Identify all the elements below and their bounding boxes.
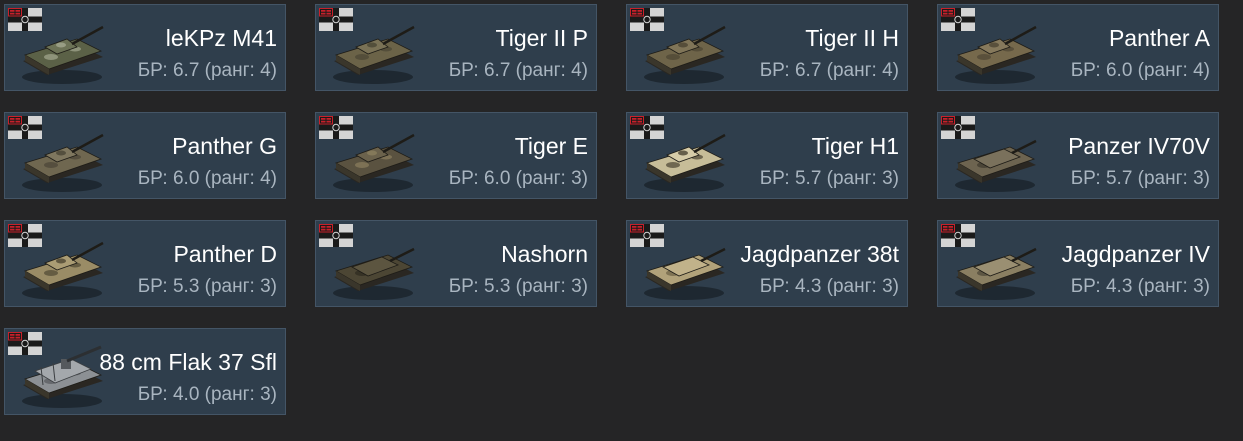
vehicle-battle-rating: БР: 5.3 (ранг: 3): [137, 276, 277, 297]
vehicle-name: Tiger H1: [811, 133, 899, 159]
vehicle-name: Tiger II H: [805, 25, 899, 51]
tank-icon: [22, 25, 104, 84]
tank-destroyer-icon: [644, 247, 726, 300]
vehicle-name: Jagdpanzer IV: [1061, 241, 1210, 267]
tank-icon: [22, 133, 104, 192]
vehicle-card[interactable]: Tiger E БР: 6.0 (ранг: 3): [315, 112, 597, 199]
tank-icon: [22, 241, 104, 300]
vehicle-grid: leKPz M41 БР: 6.7 (ранг: 4) Tiger II P БР: …: [0, 0, 1243, 441]
vehicle-name: leKPz M41: [165, 25, 277, 51]
vehicle-battle-rating: БР: 6.0 (ранг: 4): [137, 168, 277, 189]
vehicle-card[interactable]: 88 cm Flak 37 Sfl БР: 4.0 (ранг: 3): [4, 328, 286, 415]
vehicle-card[interactable]: Tiger II P БР: 6.7 (ранг: 4): [315, 4, 597, 91]
vehicle-name: Tiger E: [514, 133, 588, 159]
vehicle-battle-rating: БР: 4.3 (ранг: 3): [759, 276, 899, 297]
vehicle-battle-rating: БР: 6.7 (ранг: 4): [448, 60, 588, 81]
vehicle-name: Nashorn: [501, 241, 588, 267]
vehicle-card[interactable]: Panther G БР: 6.0 (ранг: 4): [4, 112, 286, 199]
vehicle-card[interactable]: Panther D БР: 5.3 (ранг: 3): [4, 220, 286, 307]
vehicle-name: Tiger II P: [495, 25, 588, 51]
vehicle-card[interactable]: Jagdpanzer 38t БР: 4.3 (ранг: 3): [626, 220, 908, 307]
vehicle-battle-rating: БР: 6.0 (ранг: 3): [448, 168, 588, 189]
vehicle-name: 88 cm Flak 37 Sfl: [99, 349, 277, 375]
vehicle-card[interactable]: Tiger H1 БР: 5.7 (ранг: 3): [626, 112, 908, 199]
tank-destroyer-icon: [333, 247, 415, 300]
vehicle-battle-rating: БР: 5.3 (ранг: 3): [448, 276, 588, 297]
tank-icon: [644, 25, 726, 84]
vehicle-battle-rating: БР: 4.3 (ранг: 3): [1070, 276, 1210, 297]
vehicle-battle-rating: БР: 5.7 (ранг: 3): [759, 168, 899, 189]
vehicle-card[interactable]: Panzer IV70V БР: 5.7 (ранг: 3): [937, 112, 1219, 199]
vehicle-battle-rating: БР: 4.0 (ранг: 3): [137, 384, 277, 405]
vehicle-card[interactable]: leKPz M41 БР: 6.7 (ранг: 4): [4, 4, 286, 91]
vehicle-battle-rating: БР: 6.7 (ранг: 4): [137, 60, 277, 81]
vehicle-card[interactable]: Tiger II H БР: 6.7 (ранг: 4): [626, 4, 908, 91]
vehicle-name: Panther D: [173, 241, 277, 267]
tank-destroyer-icon: [955, 247, 1037, 300]
tank-icon: [333, 133, 415, 192]
vehicle-name: Panther G: [172, 133, 277, 159]
vehicle-name: Panther A: [1108, 25, 1210, 51]
vehicle-card[interactable]: Nashorn БР: 5.3 (ранг: 3): [315, 220, 597, 307]
vehicle-name: Panzer IV70V: [1068, 133, 1210, 159]
vehicle-battle-rating: БР: 5.7 (ранг: 3): [1070, 168, 1210, 189]
vehicle-battle-rating: БР: 6.7 (ранг: 4): [759, 60, 899, 81]
tank-icon: [955, 25, 1037, 84]
vehicle-name: Jagdpanzer 38t: [740, 241, 899, 267]
tank-icon: [333, 25, 415, 84]
vehicle-card[interactable]: Panther A БР: 6.0 (ранг: 4): [937, 4, 1219, 91]
tank-icon: [644, 133, 726, 192]
vehicle-card[interactable]: Jagdpanzer IV БР: 4.3 (ранг: 3): [937, 220, 1219, 307]
tank-destroyer-icon: [955, 139, 1037, 192]
flak-vehicle-icon: [22, 345, 103, 408]
vehicle-battle-rating: БР: 6.0 (ранг: 4): [1070, 60, 1210, 81]
